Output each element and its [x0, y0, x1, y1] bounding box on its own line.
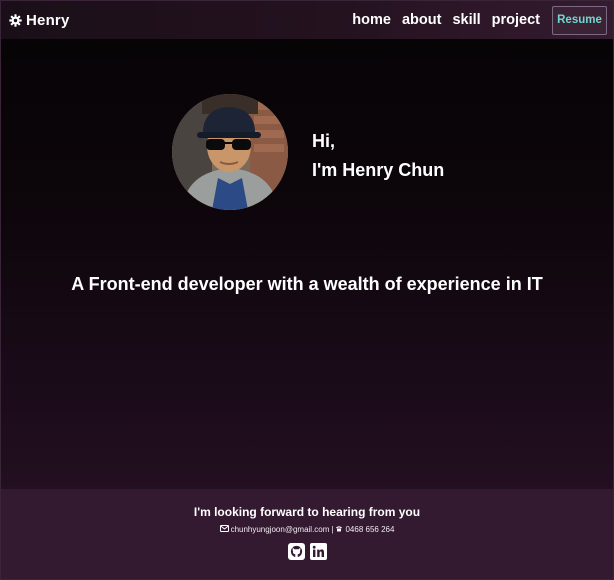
brand[interactable]: Henry — [9, 12, 70, 29]
footer: I'm looking forward to hearing from you … — [1, 489, 613, 579]
greeting: Hi, I'm Henry Chun — [312, 127, 444, 185]
mail-icon — [219, 525, 229, 534]
nav-link-skill[interactable]: skill — [452, 12, 480, 28]
github-icon[interactable] — [287, 543, 305, 560]
tagline: A Front-end developer with a wealth of e… — [71, 274, 543, 294]
nav-link-home[interactable]: home — [352, 12, 391, 28]
nav-links: home about skill project Resume — [341, 5, 607, 35]
navbar: Henry home about skill project Resume — [1, 1, 613, 39]
phone-icon — [335, 525, 343, 534]
greeting-line-2: I'm Henry Chun — [312, 160, 445, 180]
brand-name: Henry — [26, 11, 70, 29]
contact-phone[interactable]: 0468 656 264 — [345, 525, 394, 534]
avatar — [172, 94, 288, 210]
greeting-line-1: Hi, — [312, 131, 336, 151]
social-links — [287, 543, 327, 560]
gear-icon — [9, 13, 22, 27]
footer-title: I'm looking forward to hearing from you — [193, 505, 421, 519]
contact-email[interactable]: chunhyungjoon@gmail.com — [231, 525, 330, 534]
nav-link-about[interactable]: about — [402, 12, 441, 28]
nav-link-project[interactable]: project — [492, 12, 540, 28]
resume-button[interactable]: Resume — [552, 5, 607, 35]
contact-separator: | — [331, 525, 334, 534]
contact-info: chunhyungjoon@gmail.com | 0468 656 264 — [219, 525, 394, 534]
linkedin-icon[interactable] — [309, 543, 327, 560]
